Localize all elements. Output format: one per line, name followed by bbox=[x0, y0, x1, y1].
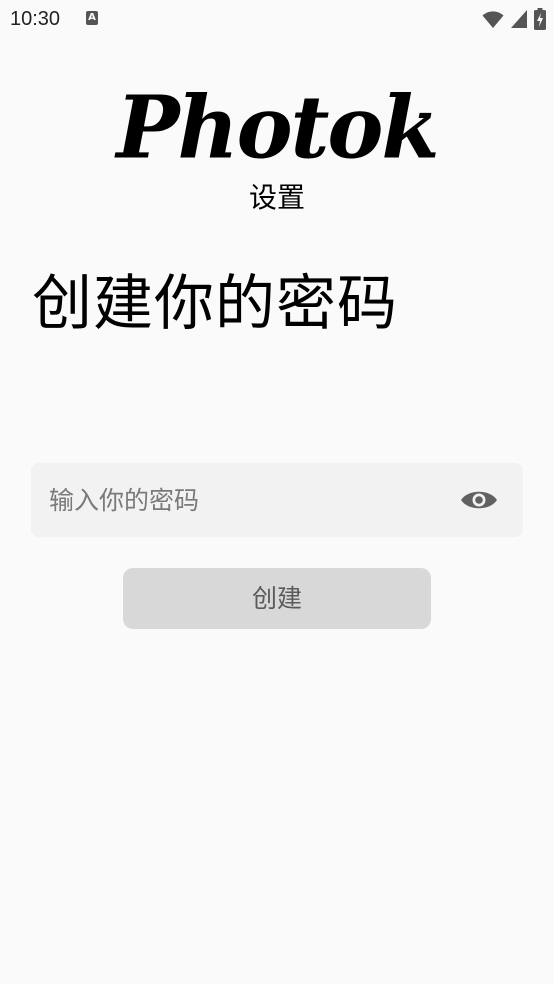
create-button[interactable]: 创建 bbox=[123, 568, 431, 629]
screen-subtitle: 设置 bbox=[248, 181, 305, 214]
page-title: 创建你的密码 bbox=[32, 269, 398, 339]
password-input[interactable] bbox=[49, 463, 449, 537]
status-time: 10:30 bbox=[10, 8, 61, 30]
signal-icon bbox=[510, 9, 528, 29]
eye-icon[interactable] bbox=[459, 485, 499, 515]
password-field[interactable] bbox=[31, 463, 523, 537]
logo-text: Photok bbox=[116, 77, 439, 178]
status-bar: 10:30 A bbox=[0, 0, 554, 38]
app-logo: Photok bbox=[0, 77, 554, 178]
wifi-icon bbox=[482, 9, 504, 29]
notification-icon: A bbox=[86, 11, 98, 25]
battery-charging-icon bbox=[534, 8, 546, 30]
status-icons bbox=[482, 8, 546, 30]
